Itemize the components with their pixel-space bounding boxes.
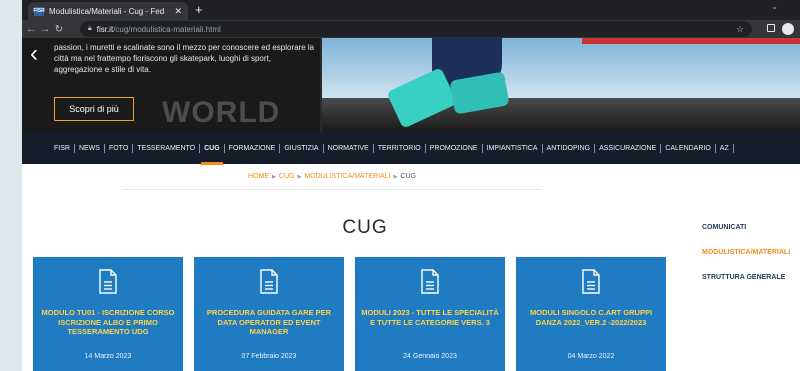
main-navigation: FISR NEWS FOTO TESSERAMENTO CUG FORMAZIONE GIU… bbox=[22, 132, 800, 165]
hero-background-word: WORLD bbox=[162, 96, 281, 129]
breadcrumb-item[interactable]: CUG bbox=[279, 173, 295, 180]
url-text: fisr.it/cug/modulistica-materiali.html bbox=[97, 25, 221, 34]
nav-item-tesseramento[interactable]: TESSERAMENTO bbox=[133, 143, 201, 153]
nav-item-formazione[interactable]: FORMAZIONE bbox=[225, 143, 281, 153]
hero-text: passion, i muretti e scalinate sono il m… bbox=[54, 43, 315, 74]
breadcrumb-separator-icon: ▶ bbox=[297, 173, 302, 180]
card-date: 24 Gennaio 2023 bbox=[403, 353, 457, 360]
side-menu: COMUNICATI MODULISTICA/MATERIALI STRUTTURA… bbox=[702, 224, 800, 299]
breadcrumb-item[interactable]: HOME bbox=[248, 173, 269, 180]
nav-item-cug[interactable]: CUG bbox=[200, 143, 225, 165]
nav-item-news[interactable]: NEWS bbox=[75, 143, 105, 153]
nav-item-calendario[interactable]: CALENDARIO bbox=[661, 143, 716, 153]
forward-icon[interactable]: → bbox=[38, 24, 52, 35]
document-icon bbox=[99, 269, 117, 294]
breadcrumb: HOME ▶ CUG ▶ MODULISTICA/MATERIALI ▶ CUG bbox=[122, 164, 542, 190]
card-title[interactable]: MODULI 2023 - TUTTE LE SPECIALITÀ E TUTT… bbox=[359, 308, 501, 327]
side-menu-item[interactable]: STRUTTURA GENERALE bbox=[702, 274, 800, 299]
breadcrumb-separator-icon: ▶ bbox=[272, 173, 276, 180]
lock-icon: 🔒︎ bbox=[88, 25, 92, 32]
card-title[interactable]: MODULO TU01 - ISCRIZIONE CORSO ISCRIZION… bbox=[37, 308, 179, 337]
side-menu-item[interactable]: COMUNICATI bbox=[702, 224, 800, 249]
document-card[interactable]: MODULO TU01 - ISCRIZIONE CORSO ISCRIZION… bbox=[33, 257, 183, 371]
url-host: fisr.it bbox=[96, 24, 114, 34]
breadcrumb-item[interactable]: MODULISTICA/MATERIALI bbox=[304, 173, 390, 180]
reload-icon[interactable]: ↻ bbox=[52, 24, 66, 35]
browser-tab[interactable]: FISR Modulistica/Materiali - Cug - Fed ✕ bbox=[28, 2, 188, 20]
hero-image-stripe bbox=[582, 38, 800, 44]
card-date: 07 Febbraio 2023 bbox=[241, 353, 297, 360]
profile-avatar[interactable] bbox=[782, 23, 794, 35]
address-bar[interactable]: 🔒︎ fisr.it/cug/modulistica-materiali.htm… bbox=[80, 21, 752, 37]
back-icon[interactable]: ← bbox=[24, 24, 38, 35]
nav-item-az[interactable]: AZ bbox=[716, 143, 734, 153]
browser-window: FISR Modulistica/Materiali - Cug - Fed ✕… bbox=[22, 0, 800, 371]
bookmark-star-icon[interactable]: ☆ bbox=[736, 24, 744, 35]
card-title[interactable]: MODULI SINGOLO C.ART GRUPPI DANZA 2022_V… bbox=[520, 308, 662, 327]
document-card[interactable]: MODULI SINGOLO C.ART GRUPPI DANZA 2022_V… bbox=[516, 257, 666, 371]
page-title: CUG bbox=[342, 217, 388, 238]
breadcrumb-separator-icon: ▶ bbox=[393, 173, 398, 180]
chevron-down-icon[interactable]: ⌄ bbox=[771, 2, 778, 11]
hero-banner: WORLD ‹ passion, i muretti e scalinate s… bbox=[22, 38, 800, 132]
document-icon bbox=[582, 269, 600, 294]
document-card[interactable]: PROCEDURA GUIDATA GARE PER DATA OPERATOR… bbox=[194, 257, 344, 371]
tab-close-icon[interactable]: ✕ bbox=[174, 6, 182, 17]
extensions-icon[interactable] bbox=[767, 24, 775, 32]
nav-item-antidoping[interactable]: ANTIDOPING bbox=[543, 143, 596, 153]
nav-item-normative[interactable]: NORMATIVE bbox=[324, 143, 374, 153]
card-date: 14 Marzo 2023 bbox=[84, 353, 132, 360]
discover-more-button[interactable]: Scopri di più bbox=[54, 97, 134, 121]
carousel-prev-icon[interactable]: ‹ bbox=[30, 42, 38, 66]
nav-item-fisr[interactable]: FISR bbox=[50, 143, 75, 153]
card-title[interactable]: PROCEDURA GUIDATA GARE PER DATA OPERATOR… bbox=[198, 308, 340, 337]
new-tab-icon[interactable]: + bbox=[195, 3, 203, 16]
tab-title: Modulistica/Materiali - Cug - Fed bbox=[49, 6, 165, 16]
breadcrumb-item: CUG bbox=[400, 173, 416, 180]
document-icon bbox=[260, 269, 278, 294]
nav-item-territorio[interactable]: TERRITORIO bbox=[374, 143, 426, 153]
nav-item-promozione[interactable]: PROMOZIONE bbox=[426, 143, 483, 153]
nav-item-assicurazione[interactable]: ASSICURAZIONE bbox=[595, 143, 662, 153]
nav-item-giustizia[interactable]: GIUSTIZIA bbox=[280, 143, 324, 153]
document-card[interactable]: MODULI 2023 - TUTTE LE SPECIALITÀ E TUTT… bbox=[355, 257, 505, 371]
site-favicon: FISR bbox=[33, 6, 45, 16]
browser-toolbar: ← → ↻ 🔒︎ fisr.it/cug/modulistica-materia… bbox=[22, 20, 800, 38]
side-menu-item[interactable]: MODULISTICA/MATERIALI bbox=[702, 249, 800, 274]
url-path: /cug/modulistica-materiali.html bbox=[113, 24, 221, 34]
document-icon bbox=[421, 269, 439, 294]
nav-item-impiantistica[interactable]: IMPIANTISTICA bbox=[483, 143, 543, 153]
card-date: 04 Marzo 2022 bbox=[567, 353, 615, 360]
tab-strip: FISR Modulistica/Materiali - Cug - Fed ✕… bbox=[22, 0, 800, 20]
nav-item-foto[interactable]: FOTO bbox=[105, 143, 134, 153]
